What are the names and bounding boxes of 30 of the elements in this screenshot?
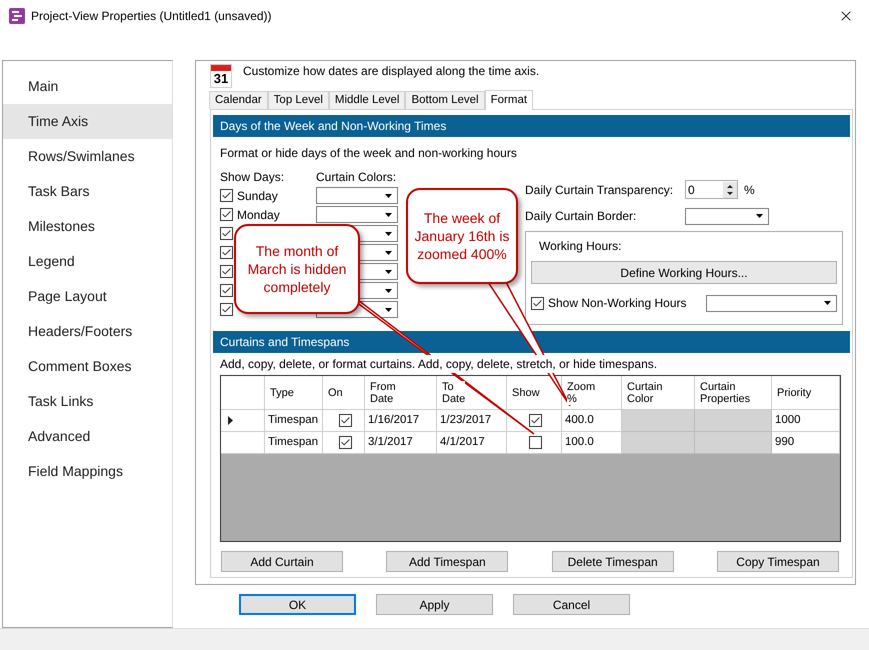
border-label: Daily Curtain Border: [525,208,638,225]
day-label: Monday [237,206,280,224]
section-subtitle: Format or hide days of the week and non-working hours [219,145,518,162]
table-cell: Timespan [265,410,323,432]
transparency-label: Daily Curtain Transparency: [525,182,674,198]
table-cell: 1/16/2017 [365,410,437,432]
show-days-label: Show Days: [220,169,286,186]
show-non-working-label: Show Non-Working Hours [548,295,688,312]
window-title: Project-View Properties (Untitled1 (unsaved)) [31,8,272,25]
day-label: Sunday [237,188,278,204]
table-cell: 990 [772,432,840,454]
working-hours-title: Working Hours: [539,238,622,255]
table-cell: 400.0 [562,410,622,432]
section-header: Days of the Week and Non-Working Times [213,115,850,137]
column-header: Curtain Color [622,376,695,410]
table-cell: 3/1/2017 [365,432,437,454]
column-header: Curtain Properties [695,376,772,410]
callout-tooltip: The month of March is hidden completely [234,224,360,314]
callout-tooltip: The week of January 16th is zoomed 400% [406,188,518,284]
table-cell: 100.0 [562,432,622,454]
section-header: Curtains and Timespans [213,331,850,353]
curtain-colors-label: Curtain Colors: [316,169,396,186]
percent-unit: % [744,182,755,198]
section-subtitle: Add, copy, delete, or format curtains. Add, copy, delete, stretch, or hide timespans. [220,355,658,373]
header-description: Customize how dates are displayed along the time axis. [243,63,540,80]
table-cell: 4/1/2017 [437,432,507,454]
table-cell: 1000 [772,410,840,432]
calendar-icon: 31 [210,64,232,88]
table-cell: Timespan [265,432,323,454]
table-cell: 1/23/2017 [437,410,507,432]
